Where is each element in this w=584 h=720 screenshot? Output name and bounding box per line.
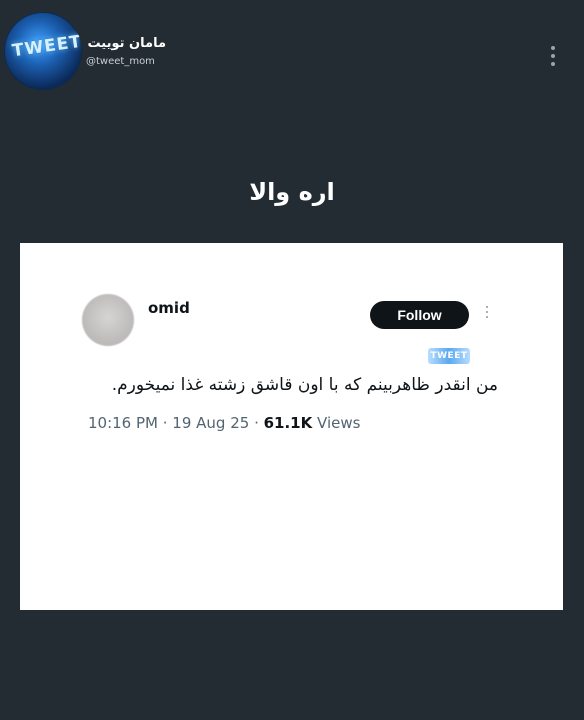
avatar-logo-text: TWEET [10, 31, 82, 62]
meta-separator: · [249, 414, 264, 432]
tweet-sticker-logo: TWEET [428, 348, 470, 364]
tweet-date: 19 Aug 25 [172, 414, 250, 432]
tweet-more-icon[interactable] [482, 306, 492, 324]
post-header: TWEET مامان توییت @tweet_mom [0, 0, 584, 100]
channel-avatar[interactable]: TWEET [4, 12, 82, 90]
post-caption: اره والا [249, 178, 335, 206]
tweet-time: 10:16 PM [88, 414, 158, 432]
tweet-views-count: 61.1K [263, 414, 313, 432]
tweet-author-avatar [82, 294, 134, 346]
channel-handle: @tweet_mom [86, 56, 155, 67]
meta-separator: · [157, 414, 173, 432]
follow-button[interactable]: Follow [370, 301, 469, 329]
channel-name[interactable]: مامان توییت [86, 36, 166, 51]
tweet-text: من انقدر ظاهربینم که با اون قاشق زشته غذ… [111, 375, 498, 395]
tweet-author-name: omid [148, 299, 190, 317]
tweet-screenshot-card: omid Follow TWEET من انقدر ظاهربینم که ب… [20, 243, 563, 610]
tweet-meta: 10:16 PM · 19 Aug 25 · 61.1K Views [88, 414, 360, 432]
more-vertical-icon[interactable] [546, 44, 560, 72]
tweet-views-label: Views [312, 414, 361, 432]
